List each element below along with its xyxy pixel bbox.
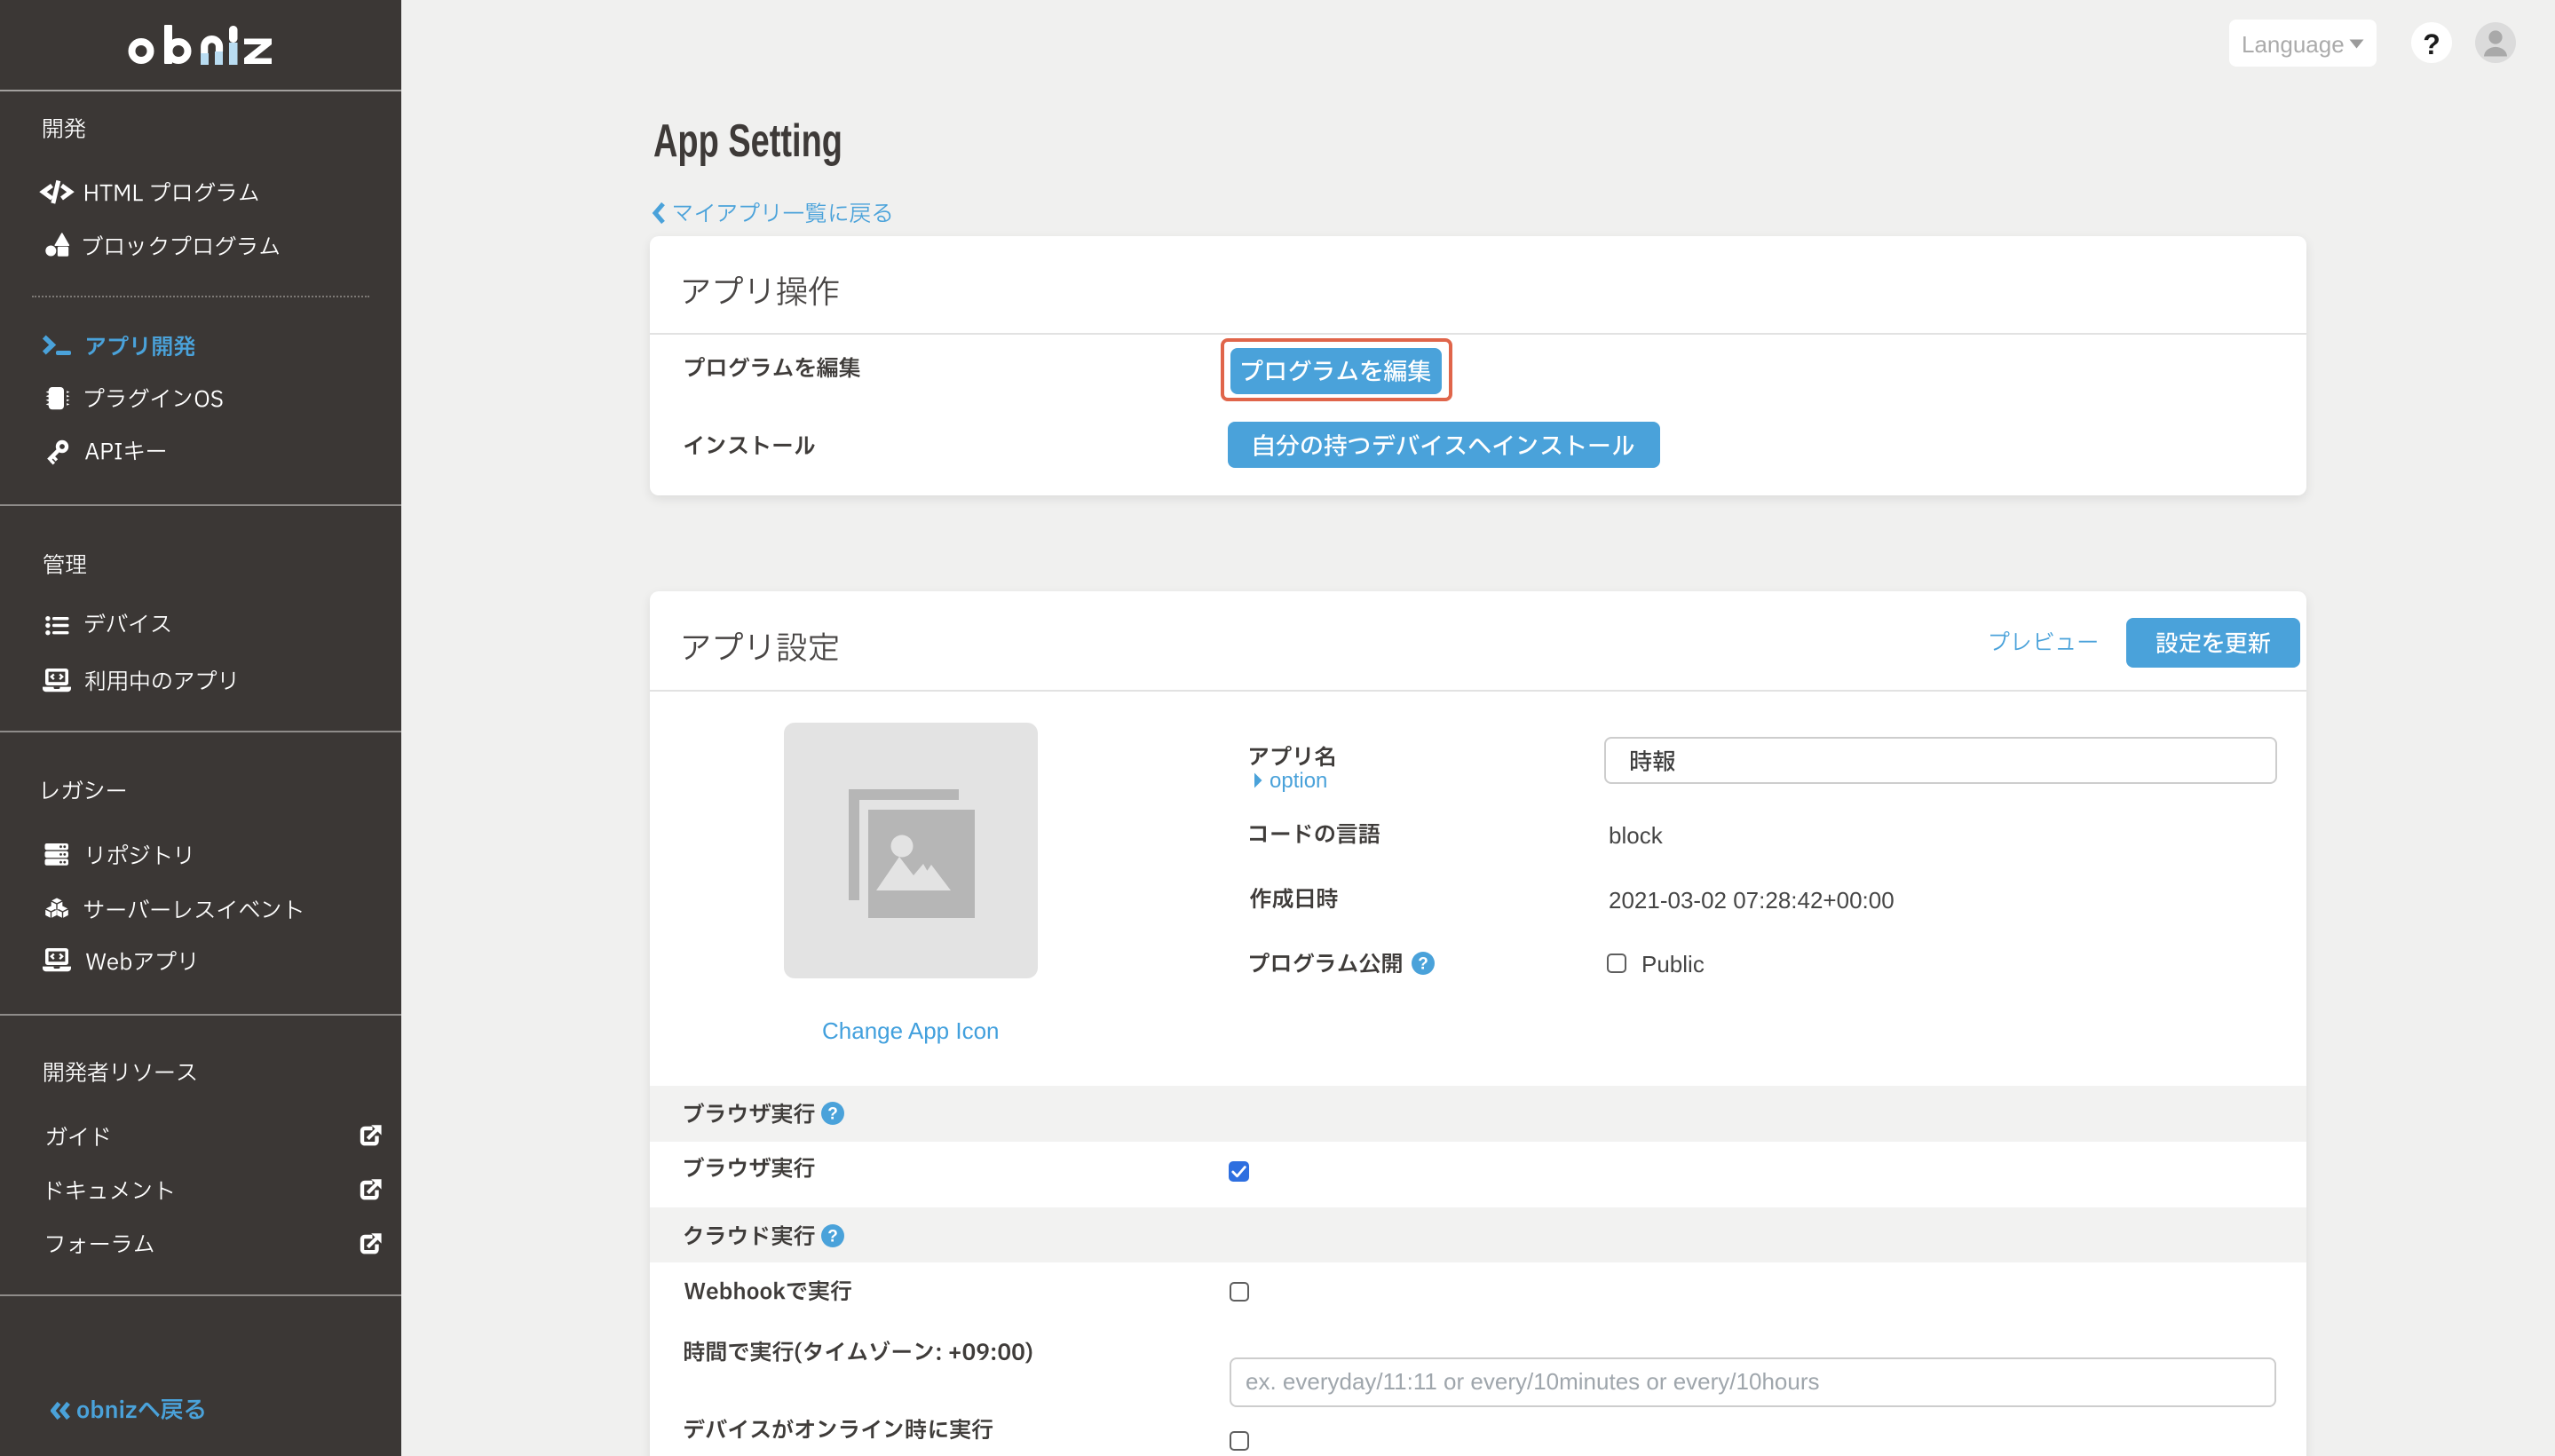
- svg-text:?: ?: [1418, 954, 1428, 973]
- svg-text:?: ?: [827, 1227, 838, 1246]
- svg-text:?: ?: [827, 1105, 838, 1124]
